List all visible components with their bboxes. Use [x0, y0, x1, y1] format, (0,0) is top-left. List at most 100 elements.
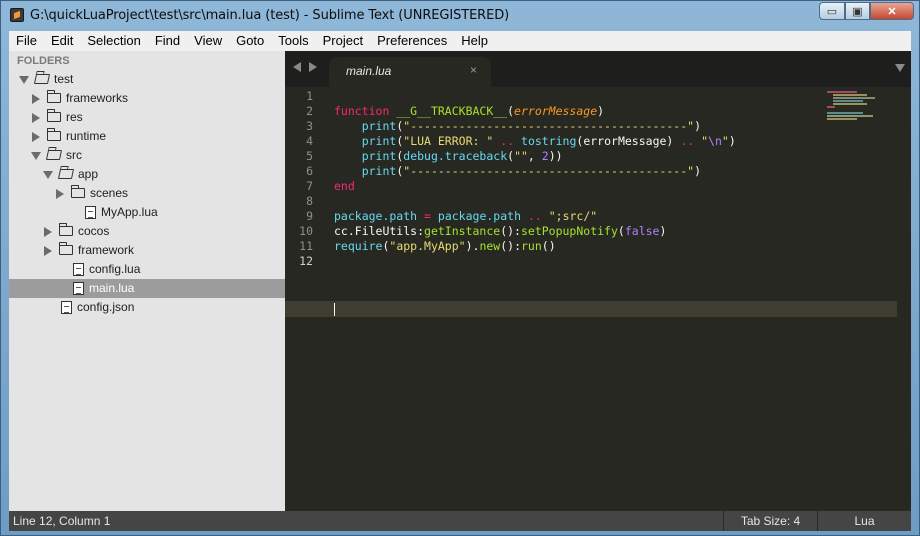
close-button[interactable]: ✕ [870, 2, 914, 20]
line-number: 4 [306, 134, 313, 148]
tree-item[interactable]: cocos [9, 222, 285, 241]
cursor-position: Line 12, Column 1 [13, 514, 111, 528]
tab-next-icon[interactable] [309, 62, 317, 72]
menu-help[interactable]: Help [454, 31, 495, 51]
folder-open-icon [45, 150, 63, 160]
folder-icon [47, 90, 61, 103]
disclosure-closed-icon[interactable] [56, 189, 64, 199]
menu-edit[interactable]: Edit [44, 31, 80, 51]
tree-item[interactable]: scenes [9, 184, 285, 203]
line-number: 11 [299, 239, 313, 253]
menu-goto[interactable]: Goto [229, 31, 271, 51]
disclosure-open-icon[interactable] [19, 76, 29, 84]
tree-item[interactable]: config.json [9, 298, 285, 317]
sublime-app-icon[interactable] [10, 8, 24, 22]
tab-size-selector[interactable]: Tab Size: 4 [723, 511, 817, 531]
menu-tools[interactable]: Tools [271, 31, 315, 51]
tree-item[interactable]: frameworks [9, 89, 285, 108]
tab-close-icon[interactable]: × [470, 63, 477, 77]
tree-item-label: config.lua [89, 262, 141, 276]
token-builtin: print [361, 149, 397, 163]
text-cursor [334, 303, 335, 316]
disclosure-closed-icon[interactable] [32, 132, 40, 142]
menu-project[interactable]: Project [316, 31, 370, 51]
tree-item[interactable]: MyApp.lua [9, 203, 285, 222]
token-string: "---------------------------------------… [403, 164, 695, 178]
tab-list-dropdown-icon[interactable] [895, 64, 905, 72]
menu-preferences[interactable]: Preferences [370, 31, 454, 51]
line-number: 6 [306, 164, 313, 178]
maximize-button[interactable]: ▣ [845, 2, 870, 20]
tree-item[interactable]: runtime [9, 127, 285, 146]
tree-item-label: main.lua [89, 281, 135, 295]
menu-view[interactable]: View [187, 31, 229, 51]
token-punct: ) [659, 224, 667, 238]
folders-heading: FOLDERS [17, 55, 70, 67]
code-line-6: print("---------------------------------… [334, 164, 701, 179]
token-operator: .. [500, 134, 515, 148]
minimize-button[interactable]: ▭ [819, 2, 845, 20]
tree-item[interactable]: test [9, 70, 285, 89]
disclosure-open-icon[interactable] [43, 171, 53, 179]
token-text: (): [500, 239, 521, 253]
disclosure-open-icon[interactable] [31, 152, 41, 160]
token-string: " [721, 134, 729, 148]
code-line-3: print("---------------------------------… [334, 119, 701, 134]
menu-find[interactable]: Find [148, 31, 187, 51]
tree-item-label: src [66, 148, 82, 162]
line-number: 3 [306, 119, 313, 133]
token-builtin: package.path [334, 209, 418, 223]
tree-item[interactable]: main.lua [9, 279, 285, 298]
disclosure-closed-icon[interactable] [32, 113, 40, 123]
token-operator: .. [680, 134, 695, 148]
token-operator: .. [527, 209, 542, 223]
tree-item-label: res [66, 110, 83, 124]
line-number-gutter: 1 2 3 4 5 6 7 8 9 10 11 12 [285, 87, 315, 511]
tree-item[interactable]: res [9, 108, 285, 127]
maximize-icon: ▣ [852, 5, 863, 18]
token-punct: , [527, 149, 542, 163]
token-builtin: require [334, 239, 383, 253]
minimap-line [833, 103, 867, 105]
menu-bar: File Edit Selection Find View Goto Tools… [9, 31, 911, 51]
folder-open-icon [33, 74, 51, 84]
token-parameter: errorMessage [514, 104, 598, 118]
disclosure-closed-icon[interactable] [32, 94, 40, 104]
token-number: 2 [541, 149, 549, 163]
tree-item-label: runtime [66, 129, 107, 143]
tree-item[interactable]: framework [9, 241, 285, 260]
tree-item[interactable]: config.lua [9, 260, 285, 279]
app-window: G:\quickLuaProject\test\src\main.lua (te… [0, 0, 920, 536]
token-punct: )) [548, 149, 563, 163]
tab-prev-icon[interactable] [293, 62, 301, 72]
minimap-line [827, 91, 857, 93]
vertical-scrollbar[interactable] [897, 87, 911, 511]
tab-main-lua[interactable]: main.lua × [329, 57, 491, 87]
title-bar[interactable]: G:\quickLuaProject\test\src\main.lua (te… [1, 1, 919, 31]
syntax-selector[interactable]: Lua [817, 511, 911, 531]
token-builtin: print [361, 119, 397, 133]
minimap[interactable] [827, 87, 887, 127]
file-icon [73, 263, 84, 276]
code-line-7: end [334, 179, 355, 194]
code-line-10: cc.FileUtils:getInstance():setPopupNotif… [334, 224, 666, 239]
minimap-line [827, 115, 873, 117]
tree-item-label: frameworks [66, 91, 129, 105]
token-builtin: debug.traceback [403, 149, 508, 163]
editor-pane[interactable]: main.lua × 1 2 3 4 5 6 7 8 9 10 11 12 fu… [285, 51, 911, 511]
folder-icon [59, 223, 73, 236]
token-method: new [479, 239, 501, 253]
menu-selection[interactable]: Selection [80, 31, 147, 51]
line-number: 9 [306, 209, 313, 223]
disclosure-closed-icon[interactable] [44, 227, 52, 237]
tab-nav [293, 62, 317, 72]
tree-item[interactable]: app [9, 165, 285, 184]
status-bar: Line 12, Column 1 Tab Size: 4 Lua [9, 511, 911, 531]
tree-item[interactable]: src [9, 146, 285, 165]
menu-file[interactable]: File [9, 31, 44, 51]
disclosure-closed-icon[interactable] [44, 246, 52, 256]
token-punct: ( [617, 224, 625, 238]
line-number: 1 [306, 89, 313, 103]
tree-item-label: MyApp.lua [101, 205, 158, 219]
minimap-line [827, 106, 835, 108]
